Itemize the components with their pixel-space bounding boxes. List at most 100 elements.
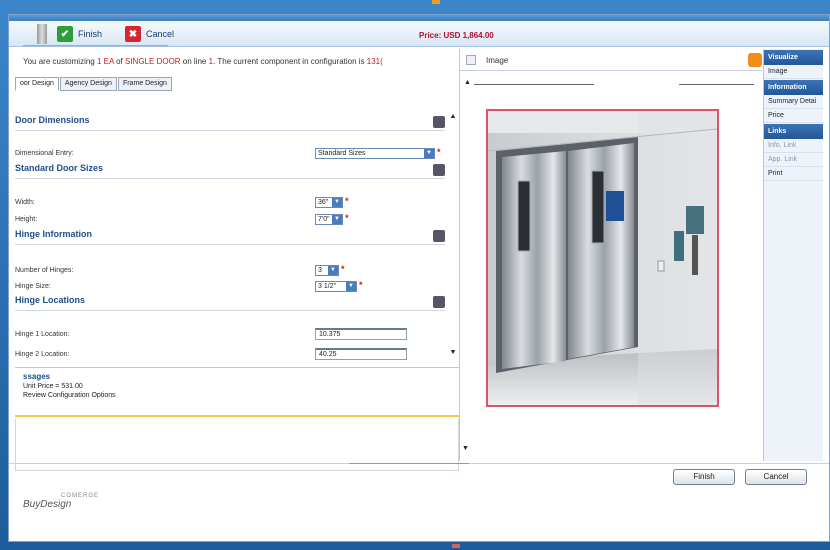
tab-agency-design[interactable]: Agency Design (59, 77, 117, 91)
hinge-1-location-input[interactable]: 10.375 (315, 328, 407, 340)
section-hinge-information: Hinge Information (15, 229, 445, 245)
scroll-up-icon[interactable]: ▲ (464, 79, 471, 86)
dimensional-entry-select[interactable]: Standard Sizes ▼ (315, 148, 435, 159)
required-marker: * (437, 147, 441, 157)
required-marker: * (345, 196, 349, 206)
notepad-icon[interactable] (433, 164, 445, 176)
cancel-button[interactable]: Cancel (745, 469, 807, 485)
height-select[interactable]: 7'0" ▼ (315, 214, 343, 225)
chevron-down-icon: ▼ (328, 266, 338, 275)
dimensional-entry-value: Standard Sizes (318, 150, 366, 157)
width-value: 36" (318, 199, 329, 206)
toolbar-separator (23, 45, 168, 46)
messages-divider (15, 415, 459, 417)
hinge-size-label: Hinge Size: (15, 283, 51, 290)
information-header: Information (764, 80, 823, 95)
price-display: Price: USD 1,864.00 (419, 31, 494, 40)
buydesign-logo: COMERGE BuyDesign (23, 493, 98, 510)
hinge-1-location-label: Hinge 1 Location: (15, 331, 70, 338)
msg-prefix: You are customizing (23, 57, 97, 66)
unit-price-message: Unit Price = 531.00 (23, 383, 83, 390)
hinge-size-select[interactable]: 3 1/2" ▼ (315, 281, 357, 292)
door-product-image (486, 109, 719, 407)
scroll-down-icon[interactable]: ▼ (462, 445, 470, 453)
tab-frame-design[interactable]: Frame Design (117, 77, 172, 91)
required-marker: * (341, 264, 345, 274)
logo-small-text: COMERGE (61, 493, 100, 499)
msg-mid2: on line (180, 57, 209, 66)
notepad-icon[interactable] (433, 296, 445, 308)
finish-icon: ✔ (57, 26, 73, 42)
hinge-2-location-input[interactable]: 40.25 (315, 348, 407, 360)
configurator-window: ✔ Finish ✖ Cancel Price: USD 1,864.00 Yo… (8, 14, 830, 542)
image-panel: Image ▲ ▼ (459, 49, 762, 461)
msg-component: 131( (366, 57, 383, 66)
logo-text: BuyDesign (23, 499, 72, 510)
chevron-down-icon: ▼ (424, 149, 434, 158)
msg-product: SINGLE DOOR (125, 57, 181, 66)
number-of-hinges-value: 3 (318, 267, 322, 274)
messages-heading: ssages (23, 372, 51, 381)
links-header: Links (764, 124, 823, 139)
cancel-icon: ✖ (125, 26, 141, 42)
configuration-form: Door Dimensions Dimensional Entry: Stand… (15, 95, 459, 367)
notepad-icon[interactable] (433, 230, 445, 242)
door-dimensions-heading: Door Dimensions (15, 115, 90, 125)
hinge-locations-heading: Hinge Locations (15, 295, 86, 305)
nav-item-image[interactable]: Image (764, 65, 823, 79)
section-door-dimensions: Door Dimensions (15, 115, 445, 131)
design-tabs: oor Design Agency Design Frame Design (15, 77, 173, 91)
msg-qty: 1 EA (96, 57, 114, 66)
toolbar-grip[interactable] (37, 24, 47, 44)
finish-button[interactable]: Finish (673, 469, 735, 485)
required-marker: * (345, 213, 349, 223)
notepad-icon[interactable] (433, 116, 445, 128)
standard-door-sizes-heading: Standard Door Sizes (15, 163, 104, 173)
messages-panel: ssages Unit Price = 531.00 Review Config… (15, 367, 459, 415)
nav-item-price[interactable]: Price (764, 109, 823, 123)
form-vertical-scrollbar[interactable]: ▲ ▼ (449, 113, 457, 367)
top-marker (432, 0, 440, 4)
chevron-down-icon: ▼ (346, 282, 356, 291)
image-panel-header: Image (460, 49, 762, 71)
msg-suffix: . The current component in configuration… (213, 57, 367, 66)
collapse-icon[interactable] (466, 55, 476, 65)
nav-item-info-link[interactable]: Info. Link (764, 139, 823, 153)
image-horizontal-scrollbar[interactable]: ▲ (464, 79, 756, 89)
tab-door-design[interactable]: oor Design (15, 77, 59, 91)
scroll-down-icon[interactable]: ▼ (449, 349, 457, 357)
bottom-marker (452, 544, 460, 548)
cancel-toolbar-button[interactable]: ✖ Cancel (125, 25, 174, 43)
dimensional-entry-label: Dimensional Entry: (15, 150, 74, 157)
number-of-hinges-select[interactable]: 3 ▼ (315, 265, 339, 276)
cancel-toolbar-label: Cancel (146, 29, 175, 39)
chevron-down-icon: ▼ (332, 215, 342, 224)
finish-toolbar-label: Finish (78, 29, 103, 39)
visualize-header: Visualize (764, 50, 823, 65)
image-panel-title: Image (486, 56, 509, 65)
nav-item-print[interactable]: Print (764, 167, 823, 181)
width-select[interactable]: 36" ▼ (315, 197, 343, 208)
export-icon[interactable] (748, 53, 762, 67)
msg-mid1: of (113, 57, 125, 66)
nav-item-app-link[interactable]: App. Link (764, 153, 823, 167)
hinge-information-heading: Hinge Information (15, 229, 92, 239)
chevron-down-icon: ▼ (332, 198, 342, 207)
hinge-size-value: 3 1/2" (318, 283, 337, 290)
height-value: 7'0" (318, 216, 330, 223)
finish-toolbar-button[interactable]: ✔ Finish (57, 25, 102, 43)
review-options-message: Review Configuration Options (23, 392, 116, 399)
height-label: Height: (15, 216, 38, 223)
customizing-message: You are customizing 1 EA of SINGLE DOOR … (23, 57, 463, 71)
scroll-up-icon[interactable]: ▲ (449, 113, 457, 121)
width-label: Width: (15, 199, 35, 206)
door-photo-illustration (488, 111, 717, 405)
toolbar: ✔ Finish ✖ Cancel Price: USD 1,864.00 (9, 21, 829, 47)
number-of-hinges-label: Number of Hinges: (15, 267, 74, 274)
footer-divider-dark (349, 463, 469, 464)
required-marker: * (359, 280, 363, 290)
section-standard-door-sizes: Standard Door Sizes (15, 163, 445, 179)
section-hinge-locations: Hinge Locations (15, 295, 445, 311)
nav-item-summary-details[interactable]: Summary Detai (764, 95, 823, 109)
scroll-track-right (679, 84, 754, 85)
